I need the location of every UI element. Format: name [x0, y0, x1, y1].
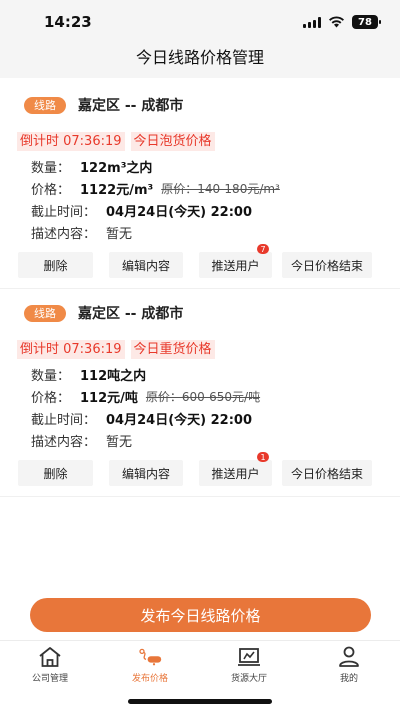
route-tag: 线路: [24, 304, 66, 322]
countdown-badge: 倒计时 07:36:19: [17, 340, 125, 359]
status-bar: 14:23 78: [0, 0, 400, 44]
route-name: 嘉定区 -- 成都市: [78, 98, 184, 114]
tab-publish-price[interactable]: 发布价格: [110, 646, 190, 684]
deadline-row: 截止时间： 04月24日(今天) 22:00: [0, 199, 400, 221]
price-row: 价格： 112元/吨 原价：600-650元/吨: [0, 385, 400, 407]
push-users-button[interactable]: 推送用户 7: [199, 244, 272, 278]
push-count-badge: 7: [257, 244, 269, 254]
route-row: 线路 嘉定区 -- 成都市: [0, 300, 400, 326]
quantity-value: 122m³之内: [80, 160, 153, 176]
price-label: 价格：: [31, 182, 71, 198]
route-row: 线路 嘉定区 -- 成都市: [0, 92, 400, 118]
tab-company-management[interactable]: 公司管理: [10, 646, 90, 684]
deadline-label: 截止时间：: [31, 412, 97, 428]
price-row: 价格： 1122元/m³ 原价：140-180元/m³: [0, 177, 400, 199]
page-title: 今日线路价格管理: [135, 48, 264, 67]
original-price: 原价：140-180元/m³: [161, 181, 280, 196]
route-tag: 线路: [24, 96, 66, 114]
card-divider: [0, 288, 400, 289]
push-users-button[interactable]: 推送用户 1: [199, 452, 272, 486]
card-actions: 删除 编辑内容 推送用户 1 今日价格结束: [18, 452, 372, 486]
description-label: 描述内容：: [31, 226, 97, 242]
delete-button[interactable]: 删除: [18, 460, 93, 486]
route-price-card: 线路 嘉定区 -- 成都市 倒计时 07:36:19 今日重货价格 数量： 11…: [0, 300, 400, 486]
price-type-badge: 今日重货价格: [130, 340, 215, 359]
home-indicator: [128, 699, 272, 704]
push-users-label: 推送用户: [211, 258, 260, 273]
card-actions: 删除 编辑内容 推送用户 7 今日价格结束: [18, 244, 372, 278]
cargo-hall-icon: [238, 648, 260, 666]
deadline-value: 04月24日(今天) 22:00: [106, 412, 252, 428]
description-row: 描述内容： 暂无: [0, 221, 400, 243]
tab-label: 货源大厅: [230, 674, 267, 684]
edit-button[interactable]: 编辑内容: [109, 460, 183, 486]
publish-route-price-button[interactable]: 发布今日线路价格: [30, 598, 371, 632]
system-icons: 78: [303, 15, 381, 29]
profile-icon: [339, 646, 359, 667]
wifi-icon: [329, 16, 344, 28]
bottom-tab-bar: 公司管理 发布价格 货源大厅 我的: [0, 640, 400, 711]
tab-cargo-hall[interactable]: 货源大厅: [209, 646, 289, 684]
status-time: 14:23: [44, 13, 92, 31]
description-label: 描述内容：: [31, 434, 97, 450]
end-today-price-button[interactable]: 今日价格结束: [282, 460, 372, 486]
publish-icon: [139, 648, 162, 666]
tab-label: 我的: [339, 674, 358, 684]
delete-button[interactable]: 删除: [18, 252, 93, 278]
quantity-row: 数量： 112吨之内: [0, 363, 400, 385]
price-value: 1122元/m³: [80, 182, 154, 198]
deadline-label: 截止时间：: [31, 204, 97, 220]
deadline-row: 截止时间： 04月24日(今天) 22:00: [0, 407, 400, 429]
tab-label: 发布价格: [131, 674, 168, 684]
route-name: 嘉定区 -- 成都市: [78, 306, 184, 322]
description-row: 描述内容： 暂无: [0, 429, 400, 451]
deadline-value: 04月24日(今天) 22:00: [106, 204, 252, 220]
edit-button[interactable]: 编辑内容: [109, 252, 183, 278]
description-value: 暂无: [106, 226, 133, 242]
battery-icon: 78: [352, 15, 381, 29]
countdown-row: 倒计时 07:36:19 今日重货价格: [0, 340, 400, 359]
end-today-price-button[interactable]: 今日价格结束: [282, 252, 372, 278]
quantity-value: 112吨之内: [80, 368, 147, 384]
price-label: 价格：: [31, 390, 71, 406]
route-price-list: 线路 嘉定区 -- 成都市 倒计时 07:36:19 今日泡货价格 数量： 12…: [0, 78, 400, 640]
push-count-badge: 1: [257, 452, 269, 462]
quantity-row: 数量： 122m³之内: [0, 155, 400, 177]
description-value: 暂无: [106, 434, 133, 450]
countdown-badge: 倒计时 07:36:19: [17, 132, 125, 151]
quantity-label: 数量：: [31, 368, 71, 384]
price-value: 112元/吨: [80, 390, 138, 406]
battery-level: 78: [358, 16, 372, 28]
original-price: 原价：600-650元/吨: [145, 389, 261, 404]
card-divider: [0, 496, 400, 497]
signal-icon: [303, 16, 321, 28]
tab-profile[interactable]: 我的: [309, 646, 389, 684]
tab-label: 公司管理: [31, 674, 68, 684]
route-price-card: 线路 嘉定区 -- 成都市 倒计时 07:36:19 今日泡货价格 数量： 12…: [0, 92, 400, 278]
price-type-badge: 今日泡货价格: [130, 132, 215, 151]
quantity-label: 数量：: [31, 160, 71, 176]
push-users-label: 推送用户: [211, 466, 260, 481]
home-icon: [39, 647, 61, 667]
countdown-row: 倒计时 07:36:19 今日泡货价格: [0, 132, 400, 151]
